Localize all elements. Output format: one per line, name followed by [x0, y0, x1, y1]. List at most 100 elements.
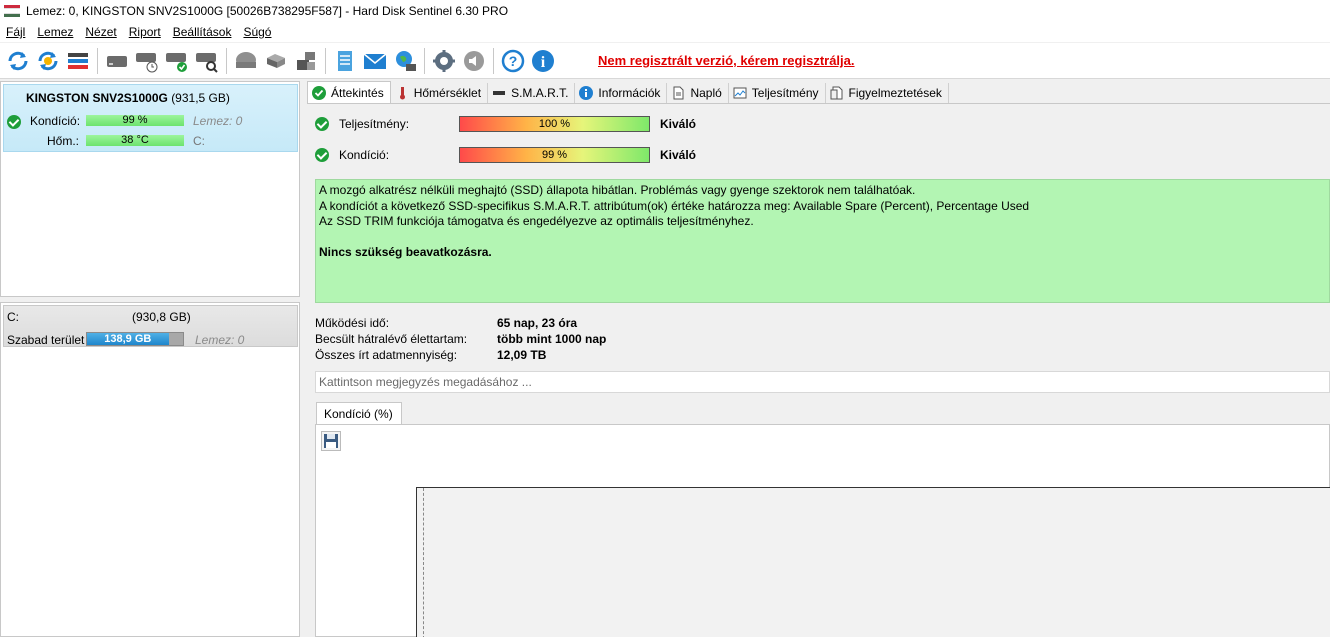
info-key: Összes írt adatmennyiség:	[315, 348, 458, 362]
menu-disk[interactable]: Lemez	[33, 25, 81, 39]
hdd-clock-icon	[136, 52, 158, 72]
report-button[interactable]	[330, 46, 360, 76]
refresh-all-button[interactable]	[33, 46, 63, 76]
free-space-disk-ref: Lemez: 0	[195, 333, 245, 347]
alerts-icon	[830, 86, 844, 100]
flag-app-icon	[4, 5, 20, 17]
hdd-check-button[interactable]	[162, 46, 192, 76]
health-ok-icon	[315, 148, 329, 162]
disk-list-panel: KINGSTON SNV2S1000G (931,5 GB) Kondíció:…	[0, 81, 300, 297]
tab-label: Információk	[598, 86, 661, 100]
tab-log[interactable]: Napló	[667, 83, 729, 103]
save-icon	[324, 434, 338, 448]
status-message-action: Nincs szükség beavatkozásra.	[319, 244, 492, 259]
performance-ok-icon	[315, 117, 329, 131]
menu-report[interactable]: Riport	[125, 25, 169, 39]
temperature-drive: C:	[193, 134, 205, 148]
disk-size: (931,5 GB)	[171, 91, 230, 105]
health-label: Kondíció:	[30, 114, 81, 128]
temperature-label: Hőm.:	[47, 134, 80, 148]
tab-label: Teljesítmény	[751, 86, 819, 100]
info-row: Becsült hátralévő élettartam: több mint …	[315, 332, 915, 348]
refresh-all-icon	[38, 51, 58, 70]
tab-alerts[interactable]: Figyelmeztetések	[825, 83, 949, 103]
save-chart-button[interactable]	[321, 431, 341, 451]
settings-button[interactable]	[429, 46, 459, 76]
info-icon: i	[532, 49, 554, 72]
menu-settings[interactable]: Beállítások	[169, 25, 240, 39]
drive-button[interactable]	[261, 46, 291, 76]
volume-card[interactable]: C: (930,8 GB) Szabad terület 138,9 GB Le…	[3, 305, 298, 347]
svg-text:i: i	[541, 54, 546, 71]
help-button[interactable]: ?	[498, 46, 528, 76]
temperature-bar: 38 °C	[86, 135, 184, 146]
tab-performance[interactable]: Teljesítmény	[728, 83, 826, 103]
health-chart-plot	[416, 487, 1330, 637]
drive-stack-button[interactable]	[291, 46, 321, 76]
app-window: Lemez: 0, KINGSTON SNV2S1000G [50026B738…	[0, 0, 1330, 637]
hdd-icon	[107, 55, 127, 67]
overview-panel: Teljesítmény: 100 % Kiváló Kondíció: 99 …	[310, 104, 1330, 637]
info-value: több mint 1000 nap	[497, 332, 607, 346]
hdd-check-icon	[166, 52, 187, 72]
info-value: 65 nap, 23 óra	[497, 316, 578, 330]
status-message-line: Az SSD TRIM funkciója támogatva és enged…	[319, 214, 754, 228]
tab-label: S.M.A.R.T.	[511, 86, 569, 100]
sound-button[interactable]	[459, 46, 489, 76]
disk-list-icon	[68, 52, 88, 69]
tab-temperature[interactable]: Hőmérséklet	[390, 83, 489, 103]
toolbar: ? i Nem regisztrált verzió, kérem regisz…	[0, 43, 1330, 79]
disk-card[interactable]: KINGSTON SNV2S1000G (931,5 GB) Kondíció:…	[3, 84, 298, 152]
free-space-fill: 138,9 GB	[87, 333, 169, 345]
info-button[interactable]: i	[528, 46, 558, 76]
menu-bar: Fájl Lemez Nézet Riport Beállítások Súgó	[0, 22, 1330, 42]
health-disk-ref: Lemez: 0	[193, 114, 243, 128]
mail-icon	[363, 52, 387, 69]
menu-file[interactable]: Fájl	[2, 25, 33, 39]
sound-icon	[464, 50, 484, 71]
tab-information[interactable]: Információk	[575, 83, 668, 103]
toolbar-separator	[325, 47, 326, 74]
status-message-line: A kondíciót a következő SSD-specifikus S…	[319, 198, 1030, 213]
tab-smart[interactable]: S.M.A.R.T.	[488, 83, 576, 103]
performance-label: Teljesítmény:	[339, 117, 410, 131]
network-icon	[396, 50, 416, 71]
info-value: 12,09 TB	[497, 348, 547, 362]
hdd-search-button[interactable]	[192, 46, 222, 76]
disk-info-list: Működési idő: 65 nap, 23 óra Becsült hát…	[315, 316, 915, 364]
tab-bar: Áttekintés Hőmérséklet S.M.A.R.T. Inform…	[307, 81, 1330, 104]
hdd-button[interactable]	[102, 46, 132, 76]
info-key: Működési idő:	[315, 316, 390, 330]
email-button[interactable]	[360, 46, 390, 76]
health-chart-area	[315, 424, 1330, 637]
network-button[interactable]	[390, 46, 420, 76]
disk-gray-button[interactable]	[231, 46, 261, 76]
hdd-gray-icon	[236, 51, 256, 68]
disk-title: KINGSTON SNV2S1000G (931,5 GB)	[26, 91, 230, 105]
refresh-icon	[8, 51, 28, 70]
smart-icon	[492, 86, 506, 100]
menu-view[interactable]: Nézet	[81, 25, 124, 39]
health-label: Kondíció:	[339, 148, 390, 162]
hdd-clock-button[interactable]	[132, 46, 162, 76]
info-key: Becsült hátralévő élettartam:	[315, 332, 468, 346]
note-field[interactable]: Kattintson megjegyzés megadásához ...	[315, 371, 1330, 393]
refresh-button[interactable]	[3, 46, 33, 76]
menu-help[interactable]: Súgó	[239, 25, 279, 39]
window-title: Lemez: 0, KINGSTON SNV2S1000G [50026B738…	[26, 4, 509, 18]
thermometer-icon	[395, 86, 409, 100]
volume-drive: C:	[7, 310, 19, 324]
log-icon	[671, 86, 685, 100]
tab-label: Figyelmeztetések	[848, 86, 942, 100]
title-bar: Lemez: 0, KINGSTON SNV2S1000G [50026B738…	[0, 0, 1330, 22]
registration-link[interactable]: Nem regisztrált verzió, kérem regisztrál…	[598, 53, 855, 68]
tab-health-chart[interactable]: Kondíció (%)	[316, 402, 402, 424]
disk-name: KINGSTON SNV2S1000G	[26, 91, 168, 105]
health-ok-icon	[7, 115, 21, 129]
tab-overview[interactable]: Áttekintés	[307, 81, 391, 103]
toolbar-separator	[97, 47, 98, 74]
svg-text:?: ?	[509, 53, 518, 69]
disk-list-button[interactable]	[63, 46, 93, 76]
info-row: Összes írt adatmennyiség: 12,09 TB	[315, 348, 915, 364]
health-rating: Kiváló	[660, 148, 697, 162]
